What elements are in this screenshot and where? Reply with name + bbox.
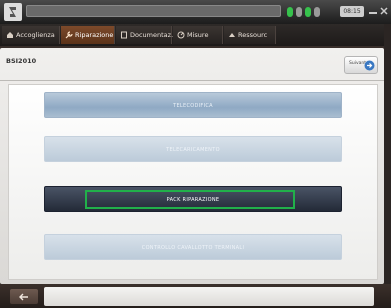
tab-documentazione[interactable]: Documentaz... <box>116 26 177 44</box>
screen: 08:15 Accoglienza Riparazione Documentaz… <box>0 0 391 308</box>
menu-button-label: PACK RIPARAZIONE <box>166 197 220 203</box>
next-button[interactable]: Suivant <box>344 56 378 74</box>
tab-ressources[interactable]: Ressourc <box>224 26 276 44</box>
status-led-icon <box>287 7 293 17</box>
tab-label: Documentaz... <box>130 31 178 39</box>
menu-button-telecaricamento[interactable]: TELECARICAMENTO <box>44 136 342 162</box>
main-tab-bar: Accoglienza Riparazione Documentaz... Mi… <box>0 24 391 46</box>
clock-display: 08:15 <box>340 6 364 17</box>
resource-icon <box>229 33 235 37</box>
close-icon[interactable] <box>379 6 389 16</box>
menu-button-label: TELECARICAMENTO <box>166 147 220 153</box>
tab-label: Ressourc <box>238 31 268 39</box>
arrow-circle-icon <box>364 60 375 71</box>
system-top-bar: 08:15 <box>0 0 391 24</box>
minimize-icon[interactable] <box>368 6 378 16</box>
status-led-icon <box>314 7 320 17</box>
status-led-icon <box>305 7 311 17</box>
menu-button-controllo[interactable]: CONTROLLO CAVALLOTTO TERMINALI <box>44 234 342 260</box>
bezel-edge <box>384 24 391 284</box>
menu-button-telecodifica[interactable]: TELECODIFICA <box>44 92 342 118</box>
document-icon <box>121 31 127 39</box>
tab-accoglienza[interactable]: Accoglienza <box>2 26 60 44</box>
meter-icon <box>177 31 185 39</box>
app-logo-icon[interactable] <box>4 3 22 21</box>
menu-button-pack-riparazione[interactable]: PACK RIPARAZIONE <box>44 186 342 212</box>
tab-label: Riparazione <box>75 31 114 39</box>
menu-button-label: TELECODIFICA <box>173 103 213 109</box>
home-icon <box>7 32 13 38</box>
menu-container: TELECODIFICA TELECARICAMENTO PACK RIPARA… <box>8 84 378 280</box>
wrench-icon <box>65 31 73 39</box>
tab-riparazione[interactable]: Riparazione <box>61 26 115 44</box>
bottom-bar <box>0 284 391 308</box>
tab-label: Misure <box>187 31 209 39</box>
status-indicators <box>287 6 320 18</box>
page-title: BSI2010 <box>6 57 37 65</box>
menu-button-label: CONTROLLO CAVALLOTTO TERMINALI <box>141 245 245 251</box>
back-button[interactable] <box>10 289 38 304</box>
message-area <box>44 287 374 306</box>
tab-misure[interactable]: Misure <box>173 26 223 44</box>
status-led-icon <box>296 7 302 17</box>
tab-label: Accoglienza <box>16 31 55 39</box>
main-panel: BSI2010 Suivant TELECODIFICA TELECARICAM… <box>0 48 384 284</box>
address-bar[interactable] <box>26 5 281 17</box>
divider <box>0 80 384 81</box>
arrow-left-icon <box>19 293 28 301</box>
